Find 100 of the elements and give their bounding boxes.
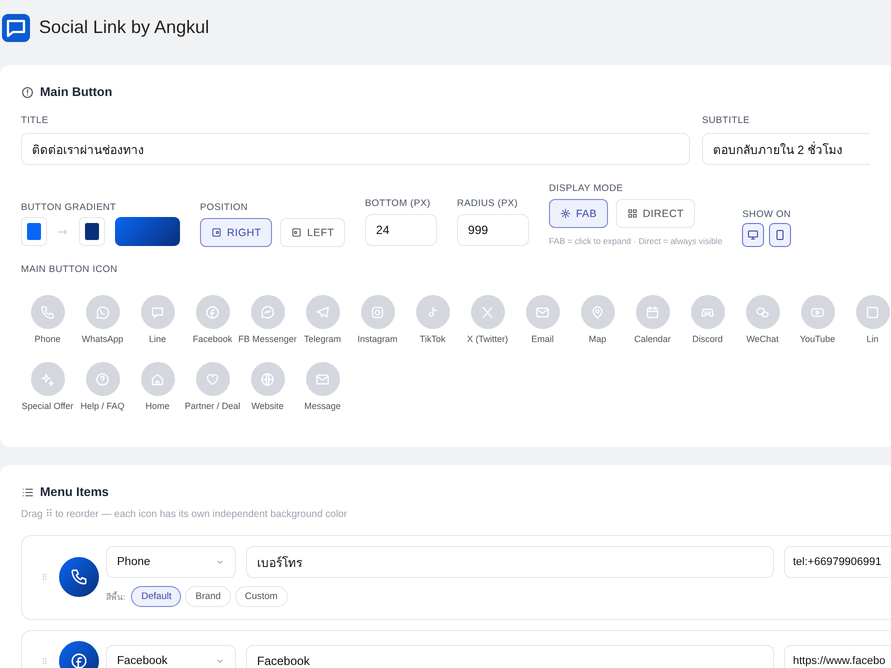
type-select[interactable]: Facebook [106, 645, 236, 668]
icon-option-button[interactable] [636, 295, 670, 329]
icon-option-label: Instagram [357, 334, 398, 344]
url-input[interactable]: https://www.facebo [784, 645, 891, 668]
gradient-preview [115, 217, 180, 246]
help-icon [95, 372, 110, 386]
info-icon [21, 86, 34, 98]
icon-option-button[interactable] [746, 295, 780, 329]
speech-bubble-icon [150, 304, 165, 320]
icon-option-label: Special Offer [22, 401, 74, 411]
icon-option-label: Lin [866, 334, 878, 344]
sun-icon [560, 208, 572, 219]
field-label: TITLE [21, 115, 50, 127]
map-pin-icon [590, 304, 605, 320]
icon-option-label: Website [251, 401, 284, 411]
icon-option-button[interactable] [306, 362, 340, 396]
display-mode-option[interactable]: FAB [549, 199, 608, 228]
phone-device-icon [774, 229, 786, 241]
type-select[interactable]: Phone [106, 546, 236, 578]
icon-option-label: Discord [692, 334, 723, 344]
display-mode-option[interactable]: DIRECT [616, 199, 695, 228]
sparkles-icon [40, 372, 55, 386]
icon-option-label: Calendar [634, 334, 671, 344]
device-toggle[interactable] [769, 223, 792, 247]
field-label: DISPLAY MODE [549, 183, 624, 195]
icon-option-label: WhatsApp [82, 334, 124, 344]
icon-option-button[interactable] [30, 362, 64, 396]
icon-option-button[interactable] [250, 362, 284, 396]
icon-option-label: TikTok [420, 334, 446, 344]
field-label: BUTTON GRADIENT [21, 202, 118, 214]
icon-option-label: Telegram [304, 334, 341, 344]
icon-option-button[interactable] [470, 295, 504, 329]
icon-option-button[interactable] [690, 295, 724, 329]
icon-option-label: Phone [34, 334, 61, 344]
icon-option-button[interactable] [30, 295, 64, 329]
position-option[interactable]: LEFT [280, 218, 346, 247]
color-option[interactable]: Brand [185, 586, 231, 607]
envelope-icon [315, 372, 330, 386]
icon-option-button[interactable] [250, 295, 284, 329]
globe-icon [260, 372, 275, 386]
label-input[interactable]: เบอร์โทร [246, 546, 774, 578]
chat-logo-icon [1, 12, 31, 42]
icon-option-button[interactable] [800, 295, 834, 329]
x-logo-icon [480, 304, 495, 320]
color-option[interactable]: Custom [234, 586, 288, 607]
f-logo-icon [70, 652, 88, 668]
drag-handle-icon[interactable] [40, 572, 49, 582]
heart-icon [205, 372, 220, 386]
grid-icon [626, 208, 638, 219]
app-title: Social Link by Angkul [39, 17, 210, 38]
color-swatch[interactable] [85, 223, 99, 240]
title-input[interactable]: ติดต่อเราผ่านช่องทาง [21, 133, 690, 165]
icon-option-label: Home [145, 401, 170, 411]
icon-option-label: Message [304, 401, 341, 411]
chat-bubble-icon [95, 304, 110, 320]
subtitle-input[interactable]: ตอบกลับภายใน 2 ชั่วโมง [702, 133, 870, 165]
icon-option-button[interactable] [360, 295, 394, 329]
icon-option-label: Line [148, 334, 166, 344]
icon-option-label: Map [588, 334, 606, 344]
display-mode-hint: FAB = click to expand · Direct = always visible [549, 236, 722, 246]
messenger-bubble-icon [260, 304, 275, 320]
field-label: SHOW ON [742, 209, 792, 221]
icon-option-label: Help / FAQ [80, 401, 124, 411]
icon-option-button[interactable] [856, 295, 890, 329]
chat-bubbles-icon [755, 304, 770, 320]
phone-icon [40, 304, 55, 320]
icon-option-button[interactable] [580, 295, 614, 329]
icon-option-button[interactable] [526, 295, 560, 329]
color-swatch[interactable] [27, 223, 41, 240]
icon-option-label: FB Messenger [238, 334, 297, 344]
color-label: สีพื้น: [106, 590, 126, 604]
field-label: SUBTITLE [702, 115, 751, 127]
icon-option-button[interactable] [416, 295, 450, 329]
drag-handle-icon[interactable] [40, 656, 49, 666]
camera-icon [370, 304, 385, 320]
icon-option-button[interactable] [196, 362, 230, 396]
radius-input[interactable]: 999 [457, 214, 530, 246]
icon-option-button[interactable] [140, 362, 174, 396]
url-input[interactable]: tel:+66979906991 [784, 546, 891, 578]
icon-option-label: Facebook [192, 334, 232, 344]
icon-option-button[interactable] [86, 362, 120, 396]
icon-option-button[interactable] [196, 295, 230, 329]
position-option[interactable]: RIGHT [200, 218, 272, 247]
icon-option-button[interactable] [86, 295, 120, 329]
icon-option-button[interactable] [140, 295, 174, 329]
calendar-icon [645, 304, 660, 320]
section-heading: Main Button [40, 85, 112, 99]
color-option[interactable]: Default [131, 586, 182, 607]
icon-option-button[interactable] [306, 295, 340, 329]
f-logo-icon [205, 304, 220, 320]
icon-option-label: Email [531, 334, 554, 344]
section-heading: Menu Items [40, 485, 109, 499]
label-input[interactable]: Facebook [246, 645, 774, 668]
envelope-icon [535, 304, 550, 320]
icon-option-label: Partner / Deal [184, 401, 240, 411]
home-icon [150, 372, 165, 386]
phone-icon [70, 568, 88, 586]
device-toggle[interactable] [742, 223, 764, 247]
field-label: RADIUS (PX) [457, 198, 519, 210]
bottom-input[interactable]: 24 [365, 214, 438, 246]
